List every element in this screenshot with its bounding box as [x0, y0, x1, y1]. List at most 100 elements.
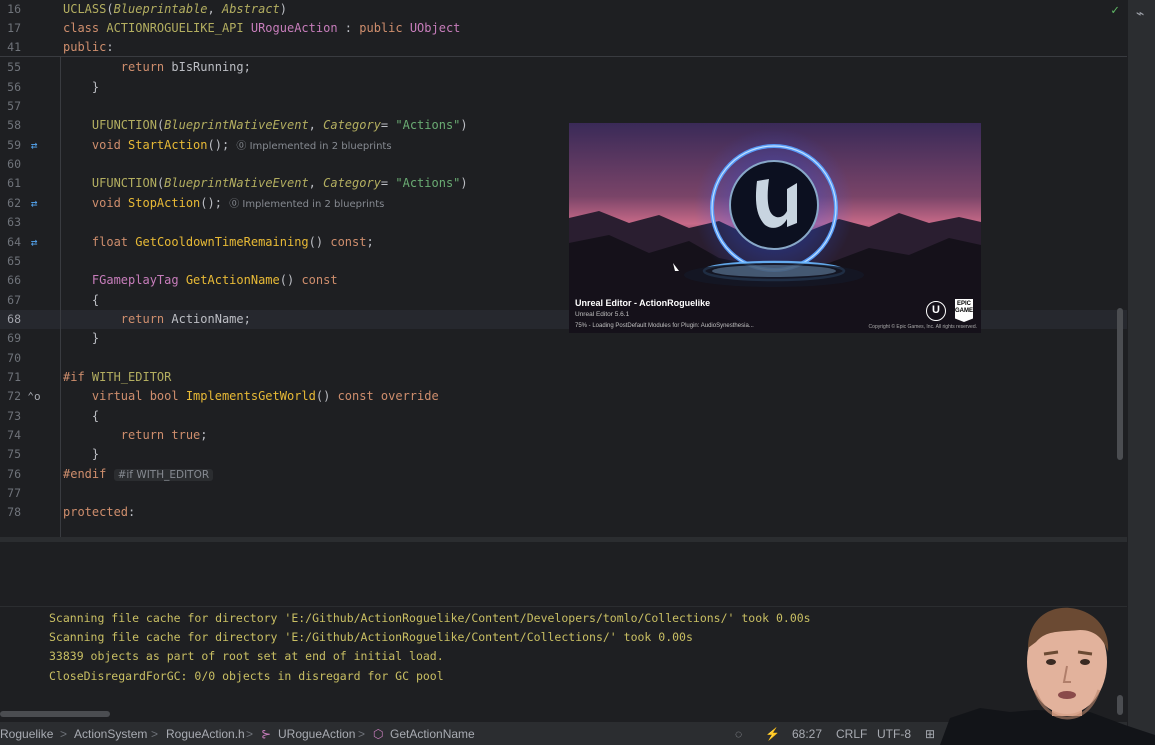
breadcrumb-class[interactable]: URogueAction: [278, 727, 355, 741]
breadcrumb-folder[interactable]: ActionSystem: [74, 727, 147, 741]
code-text[interactable]: UFUNCTION(BlueprintNativeEvent, Category…: [63, 116, 468, 135]
line-number[interactable]: 57: [0, 97, 21, 116]
code-text[interactable]: return ActionName;: [63, 310, 251, 329]
code-text[interactable]: }: [63, 78, 99, 97]
file-encoding[interactable]: UTF-8: [877, 727, 911, 741]
line-number[interactable]: 71: [0, 368, 21, 387]
line-number[interactable]: 66: [0, 271, 21, 290]
implemented-gutter-icon[interactable]: ⇄: [27, 136, 41, 155]
code-text[interactable]: {: [63, 407, 99, 426]
code-text[interactable]: protected:: [63, 503, 135, 522]
line-number[interactable]: 55: [0, 58, 21, 77]
caret-position[interactable]: 68:27: [792, 727, 822, 741]
line-number[interactable]: 74: [0, 426, 21, 445]
readonly-icon[interactable]: ⊞: [925, 727, 935, 741]
sync-icon[interactable]: ◌: [735, 727, 742, 741]
preprocessor-hint: #if WITH_EDITOR: [113, 468, 214, 481]
code-text[interactable]: void StartAction(); ⓪ Implemented in 2 b…: [63, 136, 392, 156]
code-text[interactable]: float GetCooldownTimeRemaining() const;: [63, 233, 374, 252]
implemented-gutter-icon[interactable]: ⇄: [27, 233, 41, 252]
blueprint-implementations-hint[interactable]: ⓪ Implemented in 2 blueprints: [229, 199, 384, 210]
code-text[interactable]: }: [63, 445, 99, 464]
activity-icon[interactable]: ⌁: [1136, 6, 1144, 22]
code-text[interactable]: #if WITH_EDITOR: [63, 368, 171, 387]
code-line[interactable]: 71 #if WITH_EDITOR: [0, 368, 1127, 387]
ai-assistant-icon[interactable]: ⚡: [765, 727, 780, 741]
blueprint-implementations-hint[interactable]: ⓪ Implemented in 2 blueprints: [236, 141, 391, 152]
editor-scrollbar[interactable]: [1117, 308, 1123, 460]
webcam-overlay: [940, 600, 1155, 745]
log-panel-toolbar: [0, 542, 1127, 607]
log-line: Scanning file cache for directory 'E:/Gi…: [49, 611, 811, 625]
code-line[interactable]: 70: [0, 349, 1127, 368]
code-line[interactable]: 74 return true;: [0, 426, 1127, 445]
line-number[interactable]: 70: [0, 349, 21, 368]
method-symbol-icon: ⬡: [373, 727, 384, 741]
line-number[interactable]: 67: [0, 291, 21, 310]
code-text[interactable]: UCLASS(Blueprintable, Abstract): [63, 0, 287, 19]
class-symbol-icon: ⊱: [261, 727, 272, 741]
code-text[interactable]: virtual bool ImplementsGetWorld() const …: [63, 387, 439, 406]
override-gutter-icon[interactable]: ⌃o: [27, 387, 41, 406]
sticky-code-line[interactable]: 17 class ACTIONROGUELIKE_API URogueAction…: [0, 19, 1127, 38]
line-number[interactable]: 56: [0, 78, 21, 97]
unreal-logo-icon: U: [926, 301, 946, 321]
line-number[interactable]: 41: [0, 38, 21, 57]
line-number[interactable]: 63: [0, 213, 21, 232]
epic-games-logo: EPIC GAMES: [955, 299, 973, 322]
log-line: CloseDisregardForGC: 0/0 objects in disr…: [49, 669, 444, 683]
line-number[interactable]: 58: [0, 116, 21, 135]
code-text[interactable]: return true;: [63, 426, 208, 445]
code-text[interactable]: public:: [63, 38, 114, 57]
breadcrumb-separator: >: [246, 727, 254, 741]
line-number[interactable]: 77: [0, 484, 21, 503]
line-number[interactable]: 72: [0, 387, 21, 406]
splash-copyright: Copyright © Epic Games, Inc. All rights …: [868, 324, 977, 330]
code-line[interactable]: 55 return bIsRunning;: [0, 58, 1127, 77]
code-text[interactable]: void StopAction(); ⓪ Implemented in 2 bl…: [63, 194, 384, 214]
code-line[interactable]: 75 }: [0, 445, 1127, 464]
implemented-gutter-icon[interactable]: ⇄: [27, 194, 41, 213]
code-line[interactable]: 56 }: [0, 78, 1127, 97]
log-line: Scanning file cache for directory 'E:/Gi…: [49, 630, 693, 644]
sticky-code-line[interactable]: 41 public:: [0, 38, 1127, 57]
log-line: 33839 objects as part of root set at end…: [49, 649, 444, 663]
line-number[interactable]: 73: [0, 407, 21, 426]
line-number[interactable]: 59: [0, 136, 21, 155]
breadcrumb-file[interactable]: RogueAction.h: [166, 727, 245, 741]
line-number[interactable]: 62: [0, 194, 21, 213]
line-number[interactable]: 78: [0, 503, 21, 522]
line-number[interactable]: 69: [0, 329, 21, 348]
code-line[interactable]: 73 {: [0, 407, 1127, 426]
sticky-code-line[interactable]: 16 UCLASS(Blueprintable, Abstract): [0, 0, 1127, 19]
code-text[interactable]: return bIsRunning;: [63, 58, 251, 77]
code-line[interactable]: 77: [0, 484, 1127, 503]
line-number[interactable]: 17: [0, 19, 21, 38]
code-text[interactable]: class ACTIONROGUELIKE_API URogueAction :…: [63, 19, 460, 38]
gutter-divider: [60, 0, 61, 537]
line-number[interactable]: 60: [0, 155, 21, 174]
code-line[interactable]: 57: [0, 97, 1127, 116]
code-line[interactable]: 72 ⌃o virtual bool ImplementsGetWorld() c…: [0, 387, 1127, 406]
code-text[interactable]: FGameplayTag GetActionName() const: [63, 271, 338, 290]
code-text[interactable]: }: [63, 329, 99, 348]
breadcrumb-project[interactable]: Roguelike: [0, 727, 53, 741]
line-number[interactable]: 16: [0, 0, 21, 19]
line-ending[interactable]: CRLF: [836, 727, 867, 741]
breadcrumb-separator: >: [358, 727, 366, 741]
line-number[interactable]: 68: [0, 310, 21, 329]
code-line[interactable]: 78 protected:: [0, 503, 1127, 522]
log-horizontal-scrollbar[interactable]: [0, 711, 110, 717]
line-number[interactable]: 61: [0, 174, 21, 193]
code-line[interactable]: 76 #endif #if WITH_EDITOR: [0, 465, 1127, 484]
breadcrumb-method[interactable]: GetActionName: [390, 727, 475, 741]
line-number[interactable]: 64: [0, 233, 21, 252]
code-text[interactable]: {: [63, 291, 99, 310]
check-icon[interactable]: ✓: [1111, 3, 1119, 18]
breadcrumb-separator: >: [151, 727, 159, 741]
code-text[interactable]: UFUNCTION(BlueprintNativeEvent, Category…: [63, 174, 468, 193]
code-text[interactable]: #endif #if WITH_EDITOR: [63, 465, 214, 485]
line-number[interactable]: 65: [0, 252, 21, 271]
line-number[interactable]: 76: [0, 465, 21, 484]
line-number[interactable]: 75: [0, 445, 21, 464]
